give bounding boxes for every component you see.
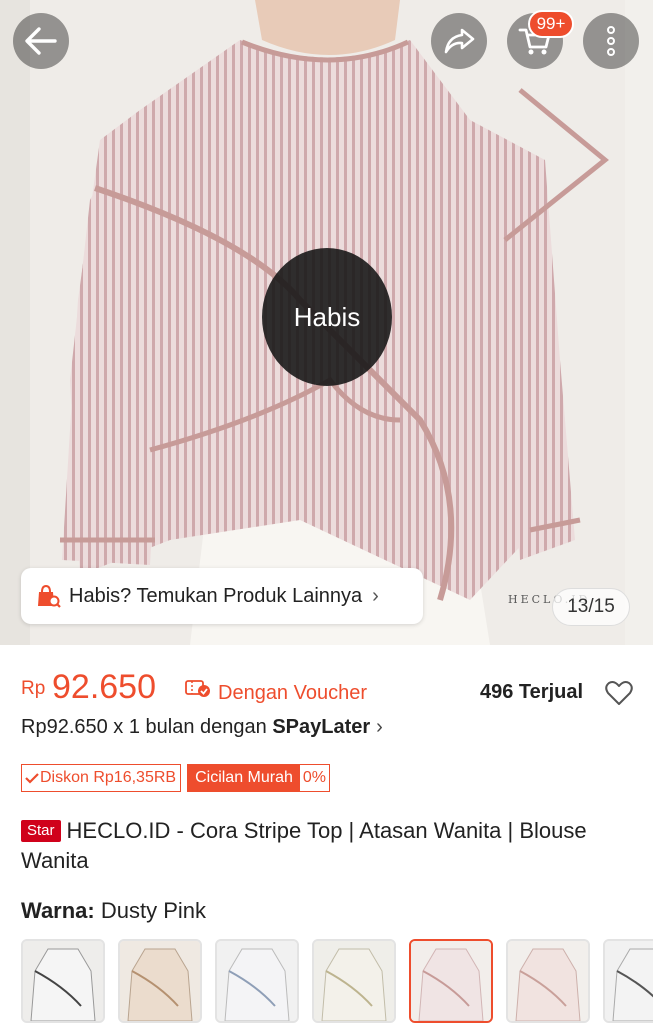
sold-count: 496 Terjual	[480, 681, 584, 703]
blouse-image	[23, 941, 103, 1021]
find-similar-label: Habis? Temukan Produk Lainnya	[69, 584, 363, 607]
arrow-left-icon	[25, 27, 57, 55]
more-options-button[interactable]	[583, 13, 639, 69]
variant-thumbnail[interactable]	[118, 939, 202, 1023]
price-currency: Rp	[21, 678, 46, 699]
price-row: Rp 92.650 Dengan Voucher 496 Terjual	[21, 668, 641, 712]
image-counter: 13/15	[552, 588, 630, 626]
back-button[interactable]	[13, 13, 69, 69]
blouse-image	[217, 941, 297, 1021]
variant-thumbnails	[21, 939, 653, 1023]
installment-rate: 0%	[302, 769, 327, 786]
product-title-text: HECLO.ID - Cora Stripe Top | Atasan Wani…	[21, 818, 587, 873]
product-title: Star HECLO.ID - Cora Stripe Top | Atasan …	[21, 816, 631, 876]
paylater-row[interactable]: Rp92.650 x 1 bulan dengan SPayLater ›	[21, 716, 383, 739]
paylater-prefix: Rp92.650 x 1 bulan dengan	[21, 716, 273, 738]
variant-value: Dusty Pink	[100, 898, 207, 923]
sold-out-overlay: Habis	[262, 248, 392, 386]
variant-selector-label: Warna: Dusty Pink	[21, 898, 206, 924]
chevron-right-icon: ›	[372, 584, 379, 607]
variant-thumbnail[interactable]	[603, 939, 653, 1023]
variant-thumbnail-selected[interactable]	[409, 939, 493, 1023]
blouse-image	[605, 941, 653, 1021]
discount-badge: Diskon Rp16,35RB	[21, 764, 182, 792]
heart-icon[interactable]	[605, 680, 633, 706]
check-icon	[25, 773, 39, 784]
chevron-right-icon: ›	[376, 716, 383, 738]
blouse-image	[314, 941, 394, 1021]
sold-out-label: Habis	[293, 301, 361, 332]
variant-label: Warna:	[21, 898, 95, 923]
installment-label: Cicilan Murah	[188, 765, 300, 791]
voucher-label[interactable]: Dengan Voucher	[218, 682, 367, 705]
variant-thumbnail[interactable]	[506, 939, 590, 1023]
cart-count-badge: 99+	[528, 10, 574, 38]
product-image-gallery[interactable]: Habis HECLO.ID Habis? Temukan Produk Lai…	[0, 0, 653, 645]
star-seller-badge: Star	[21, 820, 61, 842]
blouse-image	[411, 941, 491, 1021]
shopping-bag-search-icon	[38, 584, 61, 608]
blouse-image	[120, 941, 200, 1021]
variant-thumbnail[interactable]	[21, 939, 105, 1023]
blouse-image	[508, 941, 588, 1021]
promo-badges: Diskon Rp16,35RB Cicilan Murah 0%	[21, 764, 331, 792]
share-button[interactable]	[431, 13, 487, 69]
price-value: 92.650	[52, 668, 156, 706]
more-vertical-icon	[607, 26, 615, 56]
installment-badge: Cicilan Murah 0%	[187, 764, 331, 792]
discount-label: Diskon Rp16,35RB	[40, 769, 177, 786]
paylater-brand: SPayLater	[272, 716, 371, 738]
voucher-icon	[185, 680, 210, 697]
find-similar-button[interactable]: Habis? Temukan Produk Lainnya ›	[21, 568, 423, 624]
share-icon	[444, 28, 475, 54]
variant-thumbnail[interactable]	[312, 939, 396, 1023]
variant-thumbnail[interactable]	[215, 939, 299, 1023]
